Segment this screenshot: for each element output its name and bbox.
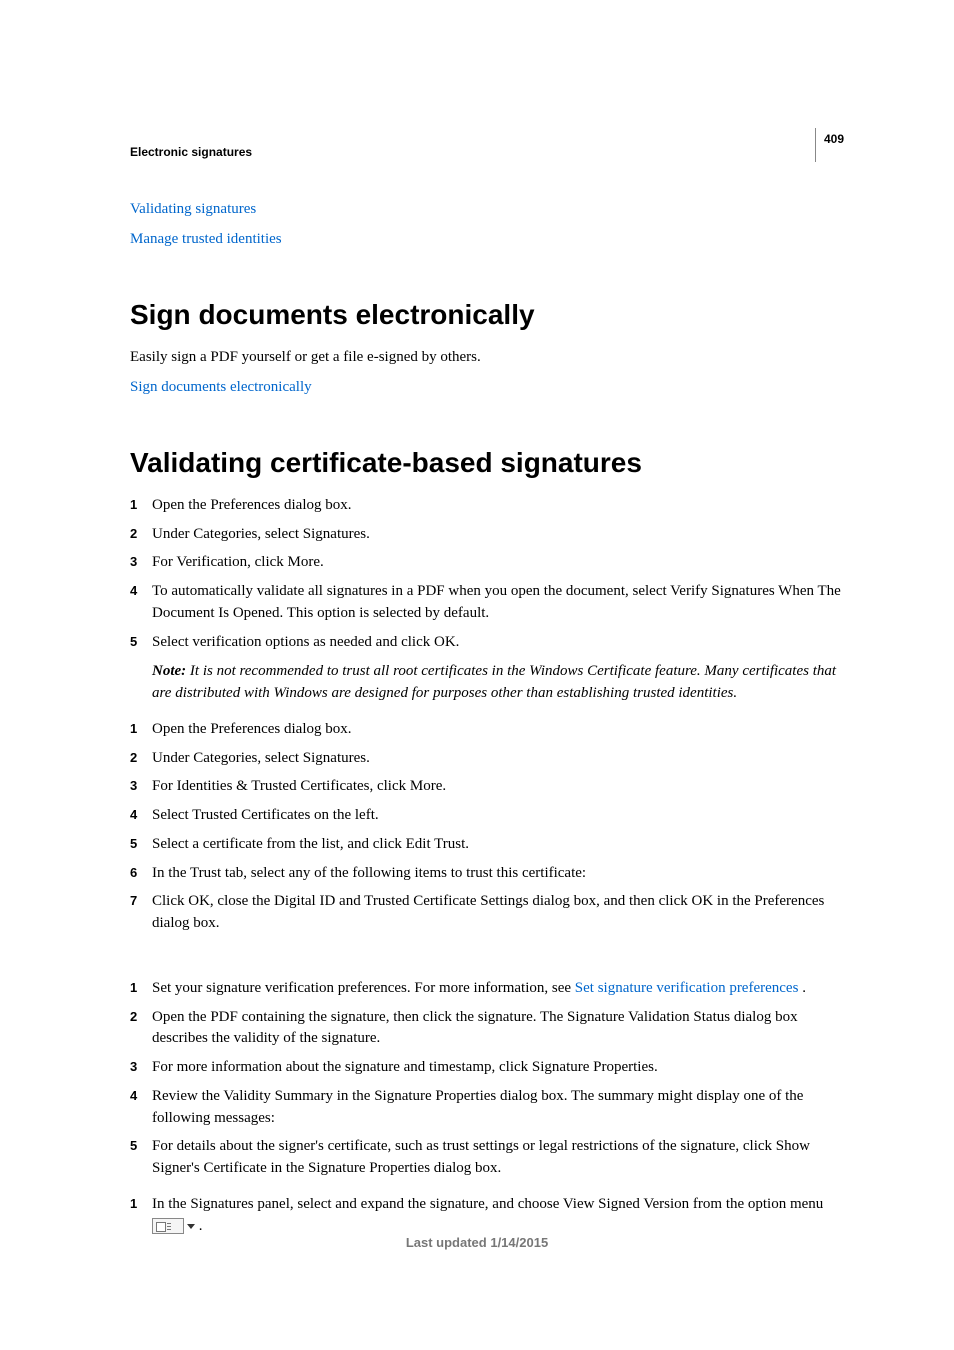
list-item: Review the Validity Summary in the Signa… (152, 1086, 844, 1130)
list-item: Under Categories, select Signatures. (152, 748, 844, 770)
steps-list-2: 1Open the Preferences dialog box. 2Under… (130, 719, 844, 935)
steps-list-3: 1Set your signature verification prefere… (130, 978, 844, 1180)
link-sign-documents-electronically[interactable]: Sign documents electronically (130, 375, 844, 399)
list-item: Select verification options as needed an… (152, 632, 844, 654)
list-item: Set your signature verification preferen… (152, 978, 844, 1000)
list-item: For details about the signer's certifica… (152, 1136, 844, 1180)
list-number: 1 (130, 978, 152, 1000)
list-number: 2 (130, 1007, 152, 1051)
link-manage-trusted-identities[interactable]: Manage trusted identities (130, 227, 844, 251)
list-number: 4 (130, 1086, 152, 1130)
list-item: To automatically validate all signatures… (152, 581, 844, 625)
list-number: 3 (130, 552, 152, 574)
page-number: 409 (815, 128, 844, 162)
list-number: 3 (130, 1057, 152, 1079)
list-item: In the Trust tab, select any of the foll… (152, 863, 844, 885)
steps-list-1: 1Open the Preferences dialog box. 2Under… (130, 495, 844, 654)
list-item: Open the Preferences dialog box. (152, 495, 844, 517)
list-number: 1 (130, 495, 152, 517)
list-number: 2 (130, 748, 152, 770)
chapter-title: Electronic signatures (130, 145, 844, 159)
link-validating-signatures[interactable]: Validating signatures (130, 197, 844, 221)
list-number: 4 (130, 805, 152, 827)
list-number: 7 (130, 891, 152, 935)
heading-sign-documents: Sign documents electronically (130, 299, 844, 331)
list-number: 5 (130, 1136, 152, 1180)
note-label: Note: (152, 663, 186, 679)
options-menu-icon (152, 1218, 184, 1234)
dropdown-arrow-icon (187, 1224, 195, 1229)
intro-sign-documents: Easily sign a PDF yourself or get a file… (130, 347, 844, 369)
page-content: Electronic signatures Validating signatu… (0, 0, 954, 1237)
list-number: 1 (130, 1194, 152, 1238)
link-set-signature-verification-preferences[interactable]: Set signature verification preferences (575, 980, 799, 996)
list-item: Select a certificate from the list, and … (152, 834, 844, 856)
list-item: In the Signatures panel, select and expa… (152, 1194, 844, 1238)
list-number: 2 (130, 524, 152, 546)
list-item: Select Trusted Certificates on the left. (152, 805, 844, 827)
list-item: Click OK, close the Digital ID and Trust… (152, 891, 844, 935)
steps-list-4: 1In the Signatures panel, select and exp… (130, 1194, 844, 1238)
note-text: Note: It is not recommended to trust all… (152, 661, 844, 705)
list-item: For Verification, click More. (152, 552, 844, 574)
list-number: 6 (130, 863, 152, 885)
list-item: For more information about the signature… (152, 1057, 844, 1079)
note-body: It is not recommended to trust all root … (152, 663, 836, 701)
heading-validating-certificate: Validating certificate-based signatures (130, 447, 844, 479)
list-item: Open the Preferences dialog box. (152, 719, 844, 741)
list-item: Under Categories, select Signatures. (152, 524, 844, 546)
list-item: For Identities & Trusted Certificates, c… (152, 776, 844, 798)
list-number: 1 (130, 719, 152, 741)
list-number: 5 (130, 834, 152, 856)
list-item: Open the PDF containing the signature, t… (152, 1007, 844, 1051)
list-number: 3 (130, 776, 152, 798)
list-number: 4 (130, 581, 152, 625)
list-number: 5 (130, 632, 152, 654)
footer-last-updated: Last updated 1/14/2015 (0, 1235, 954, 1250)
